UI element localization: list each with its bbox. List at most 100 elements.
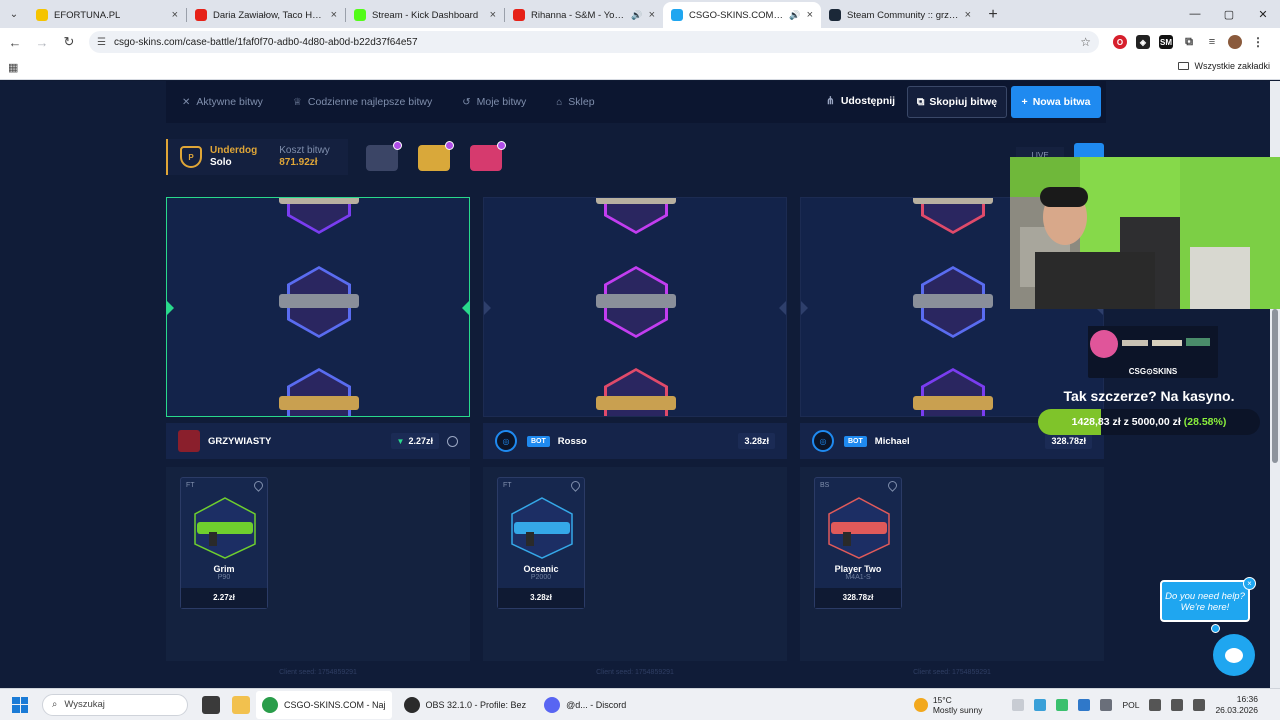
sync-icon[interactable] [1034,699,1047,711]
case-count-badge [497,141,506,150]
more-menu-icon[interactable]: ⋮ [1251,35,1265,49]
nav-daily-best[interactable]: ♕ Codzienne najlepsze bitwy [293,96,432,108]
drop-condition: FT [503,482,512,489]
new-battle-button[interactable]: + Nowa bitwa [1011,86,1101,118]
taskbar-app[interactable]: @d... - Discord [538,691,632,719]
player-row: ◎ BOT Rosso 3.28zł [483,423,787,459]
csgoskins-overlay-logo: CSG⊙SKINS [1088,326,1218,378]
history-icon: ↺ [462,96,471,108]
youtube-icon [513,9,525,21]
reading-list-icon[interactable]: ≡ [1205,35,1219,49]
case-thumbnail-gold-case[interactable] [418,141,454,171]
green-app-icon[interactable] [1056,699,1069,711]
volume-icon[interactable] [1171,699,1184,711]
new-battle-label: Nowa bitwa [1032,96,1091,108]
chat-launcher-button[interactable] [1213,634,1255,676]
avatar[interactable] [178,430,200,452]
bot-avatar-icon: ◎ [812,430,834,452]
browser-tab[interactable]: CSGO-SKINS.COM - Najlepsze 🔊 × [663,2,821,28]
battle-cost: Koszt bitwy 871.92zł [279,145,330,169]
overlay-brand: CSG⊙SKINS [1128,367,1178,376]
drop-skin-name: Grim [213,564,235,574]
close-tab-icon[interactable]: × [649,9,655,21]
player-value-text: 2.27zł [408,436,433,446]
nav-active-battles[interactable]: ✕ Aktywne bitwy [182,96,263,108]
tab-title: Stream - Kick Dashboard [372,9,479,21]
bookmark-star-icon[interactable]: ☆ [1080,35,1091,49]
taskbar-clock[interactable]: 16:36 26.03.2026 [1215,694,1258,716]
new-tab-button[interactable]: + [979,2,1007,28]
address-input[interactable]: ☰ csgo-skins.com/case-battle/1faf0f70-ad… [89,31,1099,53]
drop-card[interactable]: BS Player Two M4A1-S 328.78zł [814,477,902,609]
puzzle-extensions-icon[interactable]: ⧉ [1182,35,1196,49]
profile-avatar[interactable] [1228,35,1242,49]
file-explorer-icon[interactable] [232,695,250,714]
apps-grid-icon[interactable]: ▦ [8,61,18,74]
browser-tab[interactable]: Rihanna - S&M - YouTube 🔊 × [505,2,663,28]
extension-icon[interactable]: ◈ [1136,35,1150,49]
scrollbar-thumb[interactable] [1272,309,1278,463]
close-tab-icon[interactable]: × [490,9,496,21]
help-bubble[interactable]: Do you need help? We're here! [1160,580,1250,622]
minimize-icon[interactable]: — [1178,0,1212,28]
taskbar-app[interactable]: OBS 32.1.0 - Profile: Bez [398,691,533,719]
language-indicator[interactable]: POL [1122,700,1139,710]
drops-area: FT Oceanic P2000 3.28zł [483,467,787,661]
maximize-icon[interactable]: ▢ [1212,0,1246,28]
case-thumbnail-pink-case[interactable] [470,141,506,171]
emote-smile-icon[interactable] [447,435,458,447]
browser-tab[interactable]: Daria Zawiałow, Taco Hemingway × [187,2,345,28]
drop-skin-name: Oceanic [523,564,559,574]
drop-weapon-name: P2000 [530,574,552,581]
reel-marker-right [462,301,469,315]
close-tab-icon[interactable]: × [172,9,178,21]
sm-extension-icon[interactable]: SM [1159,35,1173,49]
tray-chevron-icon[interactable] [1012,699,1025,711]
system-tray: 15°C Mostly sunny POL 16:36 26.03.2026 [913,689,1280,720]
share-button[interactable]: ⋔ Udostępnij [826,95,895,107]
battery-icon[interactable] [1193,699,1206,711]
favorite-icon[interactable] [886,479,899,492]
reload-icon[interactable]: ↻ [57,30,81,54]
favorite-icon[interactable] [569,479,582,492]
case-thumbnail-dark-case[interactable] [366,141,402,171]
close-tab-icon[interactable]: × [965,9,971,21]
chat-bubble-icon [1225,647,1243,663]
browser-tab[interactable]: Steam Community :: grzywiasty × [821,2,979,28]
opera-extension-icon[interactable]: O [1113,35,1127,49]
speaker-icon[interactable]: 🔊 [631,10,642,21]
browser-tab[interactable]: Stream - Kick Dashboard × [346,2,504,28]
close-tab-icon[interactable]: × [331,9,337,21]
drop-weapon-image [189,496,261,560]
close-window-icon[interactable]: ✕ [1246,0,1280,28]
all-bookmarks-button[interactable]: Wszystkie zakładki [1178,61,1270,71]
forward-arrow-icon[interactable]: → [30,30,54,54]
weather-temp: 15°C [932,695,952,705]
copy-battle-button[interactable]: ⧉ Skopiuj bitwę [907,86,1007,118]
back-arrow-icon[interactable]: ← [3,30,27,54]
mic-icon[interactable] [1100,699,1113,711]
taskbar-search[interactable]: ⌕ Wyszukaj [42,693,188,716]
drop-weapon-name: P90 [217,574,231,581]
nav-shop[interactable]: ⌂ Sklep [556,96,594,108]
browser-tab[interactable]: EFORTUNA.PL × [28,2,186,28]
close-tab-icon[interactable]: × [807,9,813,21]
help-close-icon[interactable]: × [1243,577,1256,590]
nav-my-battles[interactable]: ↺ Moje bitwy [462,96,526,108]
site-info-icon[interactable]: ☰ [97,37,106,48]
weather-widget[interactable]: 15°C Mostly sunny [913,695,982,715]
speaker-icon[interactable]: 🔊 [789,10,800,21]
favorite-icon[interactable] [252,479,265,492]
tab-search-chevron-icon[interactable]: ⌄ [0,0,28,28]
drop-card[interactable]: FT Oceanic P2000 3.28zł [497,477,585,609]
cloud-icon[interactable] [1078,699,1091,711]
network-icon[interactable] [1149,699,1162,711]
search-icon: ⌕ [52,699,58,710]
windows-start-icon[interactable] [12,696,28,713]
drop-card[interactable]: FT Grim P90 2.27zł [180,477,268,609]
site-top-nav: ✕ Aktywne bitwy ♕ Codzienne najlepsze bi… [166,81,1106,123]
csgoskins-icon [671,9,683,21]
task-view-icon[interactable] [202,695,220,714]
taskbar-app[interactable]: CSGO-SKINS.COM - Naj [256,690,392,719]
help-line-1: Do you need help? [1165,591,1245,602]
